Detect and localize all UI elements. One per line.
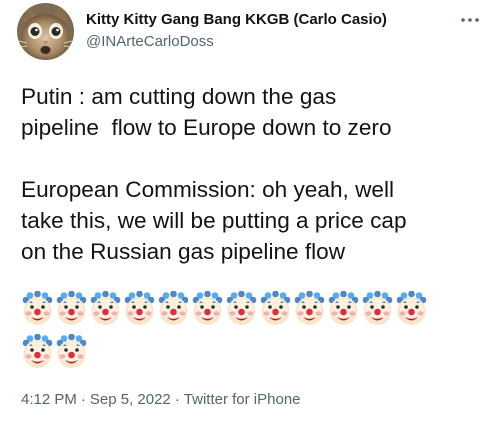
clown-face-icon	[21, 291, 54, 327]
tweet-date[interactable]: Sep 5, 2022	[90, 391, 171, 408]
clown-face-icon	[293, 291, 326, 327]
clown-face-icon	[259, 291, 292, 327]
avatar[interactable]	[17, 3, 74, 60]
tweet-time[interactable]: 4:12 PM	[21, 391, 77, 408]
emoji-row	[21, 334, 461, 373]
author-display-name[interactable]: Kitty Kitty Gang Bang KKGB (Carlo Casio)	[86, 10, 387, 30]
clown-face-icon	[225, 291, 258, 327]
more-dots-icon	[461, 18, 479, 22]
author-handle[interactable]: @INArteCarloDoss	[86, 32, 387, 52]
clown-emoji-block	[21, 291, 461, 377]
clown-face-icon	[123, 291, 156, 327]
clown-face-icon	[55, 334, 88, 370]
meta-separator: ·	[174, 391, 180, 408]
clown-face-icon	[89, 291, 122, 327]
tweet-source[interactable]: Twitter for iPhone	[184, 391, 301, 408]
tweet-meta: 4:12 PM · Sep 5, 2022 · Twitter for iPhone	[21, 390, 301, 410]
cat-face-avatar-icon	[17, 3, 74, 60]
meta-separator: ·	[80, 391, 86, 408]
clown-face-icon	[157, 291, 190, 327]
clown-face-icon	[327, 291, 360, 327]
clown-face-icon	[21, 334, 54, 370]
author-block: Kitty Kitty Gang Bang KKGB (Carlo Casio)…	[86, 10, 387, 52]
emoji-row	[21, 291, 461, 330]
clown-face-icon	[191, 291, 224, 327]
clown-face-icon	[55, 291, 88, 327]
clown-face-icon	[361, 291, 394, 327]
clown-face-icon	[395, 291, 428, 327]
more-options-button[interactable]	[455, 8, 485, 32]
tweet-text: Putin : am cutting down the gas pipeline…	[21, 84, 407, 264]
tweet: Kitty Kitty Gang Bang KKGB (Carlo Casio)…	[0, 0, 500, 427]
